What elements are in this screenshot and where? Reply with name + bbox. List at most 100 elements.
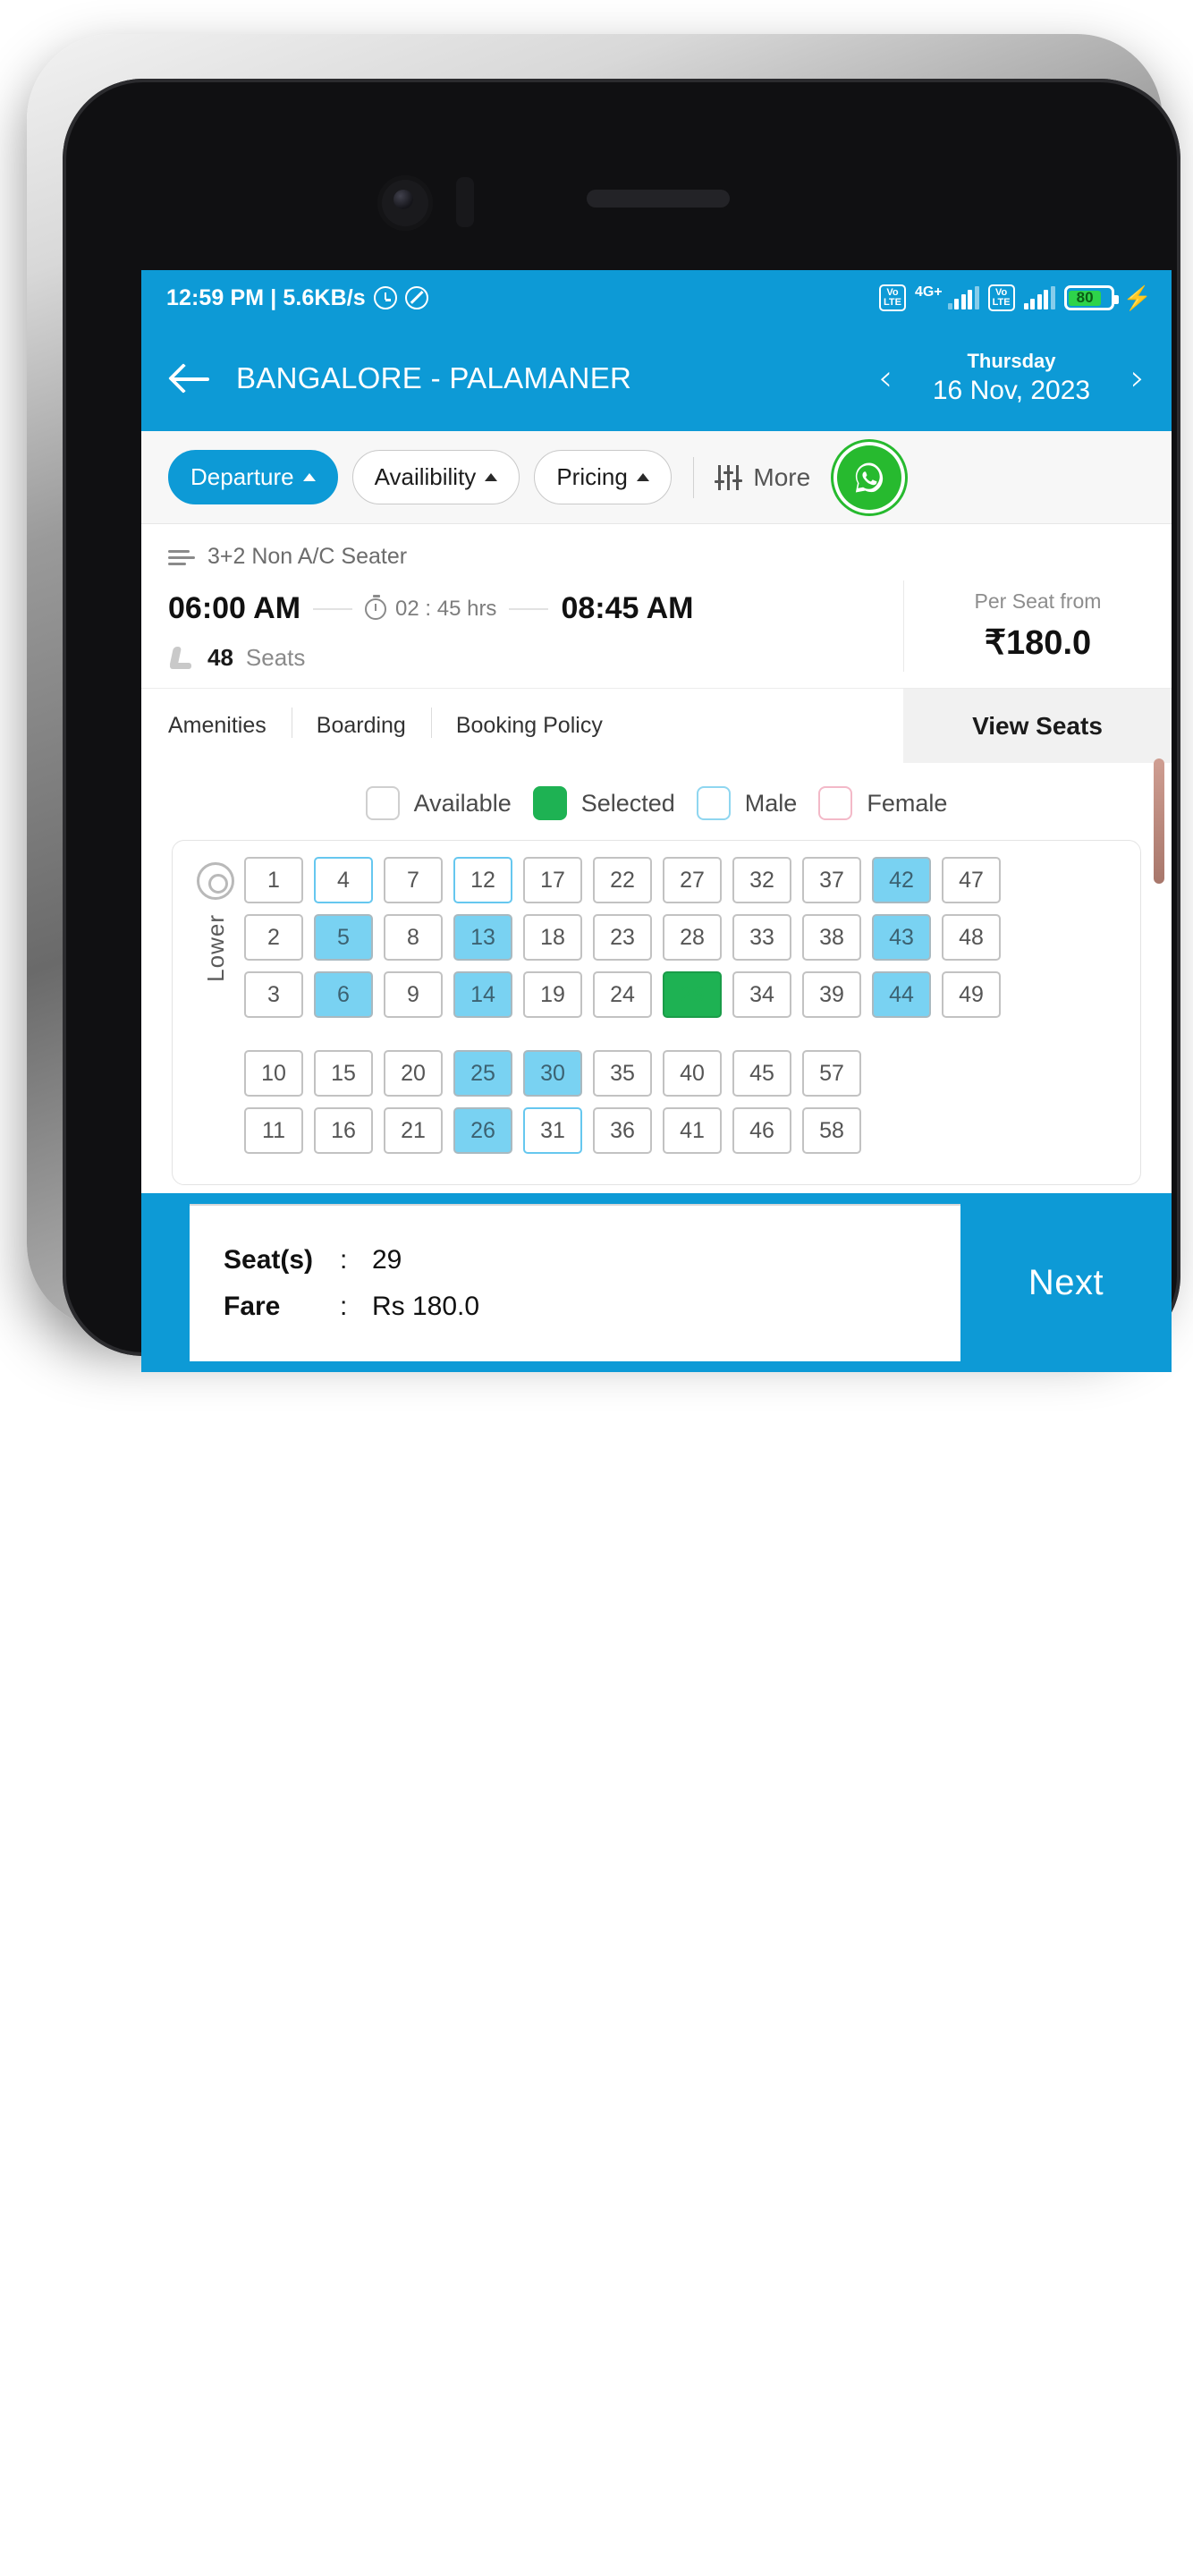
seat-38[interactable]: 38 <box>802 914 861 961</box>
seat-28[interactable]: 28 <box>663 914 722 961</box>
seat-45[interactable]: 45 <box>732 1050 791 1097</box>
seat-23[interactable]: 23 <box>593 914 652 961</box>
summary-fare-separator: : <box>340 1292 348 1321</box>
seat-3[interactable]: 3 <box>244 971 303 1018</box>
seat-15[interactable]: 15 <box>314 1050 373 1097</box>
bus-type-label: 3+2 Non A/C Seater <box>207 544 408 569</box>
seat-17[interactable]: 17 <box>523 857 582 903</box>
seat-41[interactable]: 41 <box>663 1107 722 1154</box>
seat-24[interactable]: 24 <box>593 971 652 1018</box>
trip-tabs-row: Amenities Boarding Booking Policy View S… <box>141 688 1172 763</box>
seat-8[interactable]: 8 <box>384 914 443 961</box>
seat-row: 10 15 20 25 30 35 40 45 57 <box>244 1050 1126 1097</box>
seat-39[interactable]: 39 <box>802 971 861 1018</box>
battery-percent: 80 <box>1069 289 1102 306</box>
seat-row: 3 6 9 14 19 24 29 34 39 44 49 <box>244 971 1126 1018</box>
battery-icon: 80 <box>1063 285 1119 310</box>
duration: 02 : 45 hrs <box>365 594 496 622</box>
tab-booking-policy[interactable]: Booking Policy <box>430 708 628 738</box>
seat-icon <box>168 645 195 672</box>
seat-47[interactable]: 47 <box>942 857 1001 903</box>
summary-seats-line: Seat(s) : 29 <box>224 1245 960 1275</box>
trip-card[interactable]: 3+2 Non A/C Seater 06:00 AM 02 : 45 hrs <box>141 524 1172 1216</box>
seat-35[interactable]: 35 <box>593 1050 652 1097</box>
seat-26[interactable]: 26 <box>453 1107 512 1154</box>
seat-57[interactable]: 57 <box>802 1050 861 1097</box>
seat-19[interactable]: 19 <box>523 971 582 1018</box>
legend-available-swatch <box>365 786 400 820</box>
filter-chip-availibility-label: Availibility <box>374 463 477 490</box>
seat-21[interactable]: 21 <box>384 1107 443 1154</box>
next-button[interactable]: Next <box>960 1193 1172 1372</box>
date-stack[interactable]: Thursday 16 Nov, 2023 <box>909 349 1114 409</box>
seat-14[interactable]: 14 <box>453 971 512 1018</box>
legend-male-swatch <box>696 786 731 820</box>
view-seats-button[interactable]: View Seats <box>903 689 1172 763</box>
seat-7[interactable]: 7 <box>384 857 443 903</box>
prev-day-chevron-left-icon[interactable]: ‹ <box>878 360 893 396</box>
line-divider <box>313 607 353 610</box>
seat-29[interactable]: 29 <box>663 971 722 1018</box>
trip-list[interactable]: 3+2 Non A/C Seater 06:00 AM 02 : 45 hrs <box>141 524 1172 1372</box>
seat-42[interactable]: 42 <box>872 857 931 903</box>
tab-amenities[interactable]: Amenities <box>168 715 292 737</box>
deck-side: Lower <box>187 857 244 1165</box>
seat-20[interactable]: 20 <box>384 1050 443 1097</box>
arrival-time: 08:45 AM <box>561 591 694 625</box>
seat-row: 11 16 21 26 31 36 41 46 58 <box>244 1107 1126 1154</box>
seat-22[interactable]: 22 <box>593 857 652 903</box>
summary-seats-key: Seat(s) <box>224 1245 314 1275</box>
seat-18[interactable]: 18 <box>523 914 582 961</box>
legend-available: Available <box>365 786 512 820</box>
seat-12[interactable]: 12 <box>453 857 512 903</box>
seat-27[interactable]: 27 <box>663 857 722 903</box>
seat-4[interactable]: 4 <box>314 857 373 903</box>
network-type-label: 4G+ <box>914 284 943 300</box>
power-button[interactable] <box>1154 758 1164 884</box>
filter-chip-availibility[interactable]: Availibility <box>351 450 520 504</box>
filter-chip-pricing[interactable]: Pricing <box>534 450 672 504</box>
more-filters-label: More <box>753 462 811 491</box>
seat-44[interactable]: 44 <box>872 971 931 1018</box>
seat-16[interactable]: 16 <box>314 1107 373 1154</box>
seat-49[interactable]: 49 <box>942 971 1001 1018</box>
back-arrow-icon[interactable] <box>165 356 216 401</box>
seat-32[interactable]: 32 <box>732 857 791 903</box>
seat-13[interactable]: 13 <box>453 914 512 961</box>
signal-sim1-icon <box>947 286 979 309</box>
whatsapp-icon[interactable] <box>837 445 902 510</box>
seat-10[interactable]: 10 <box>244 1050 303 1097</box>
seat-1[interactable]: 1 <box>244 857 303 903</box>
seat-46[interactable]: 46 <box>732 1107 791 1154</box>
tab-boarding[interactable]: Boarding <box>291 708 431 738</box>
screenshot-root: 12:59 PM | 5.6KB/s VoLTE 4G+ VoLTE 80 <box>0 0 1193 2576</box>
legend-selected: Selected <box>532 786 675 820</box>
filter-chip-departure[interactable]: Departure <box>168 450 338 504</box>
seat-40[interactable]: 40 <box>663 1050 722 1097</box>
seat-9[interactable]: 9 <box>384 971 443 1018</box>
seat-48[interactable]: 48 <box>942 914 1001 961</box>
seat-33[interactable]: 33 <box>732 914 791 961</box>
seat-11[interactable]: 11 <box>244 1107 303 1154</box>
seat-58[interactable]: 58 <box>802 1107 861 1154</box>
steering-wheel-icon <box>197 862 234 900</box>
seat-30[interactable]: 30 <box>523 1050 582 1097</box>
seat-37[interactable]: 37 <box>802 857 861 903</box>
seat-31[interactable]: 31 <box>523 1107 582 1154</box>
seat-map[interactable]: Lower 1 4 7 12 17 22 27 32 37 42 47 2 5 8 13 18 23 28 33 3… <box>172 840 1141 1185</box>
seat-legend: Available Selected Male Female <box>141 763 1172 835</box>
seat-36[interactable]: 36 <box>593 1107 652 1154</box>
proximity-sensor-icon <box>456 177 474 227</box>
seat-43[interactable]: 43 <box>872 914 931 961</box>
next-day-chevron-right-icon[interactable]: › <box>1130 360 1145 396</box>
seats-count: 48 <box>207 644 233 671</box>
summary-seats-separator: : <box>340 1245 348 1275</box>
seat-25[interactable]: 25 <box>453 1050 512 1097</box>
seat-2[interactable]: 2 <box>244 914 303 961</box>
seat-5[interactable]: 5 <box>314 914 373 961</box>
seat-6[interactable]: 6 <box>314 971 373 1018</box>
status-bar-left: 12:59 PM | 5.6KB/s <box>166 285 428 311</box>
seat-row: 1 4 7 12 17 22 27 32 37 42 47 <box>244 857 1126 903</box>
seat-34[interactable]: 34 <box>732 971 791 1018</box>
more-filters-button[interactable]: More <box>715 463 810 492</box>
